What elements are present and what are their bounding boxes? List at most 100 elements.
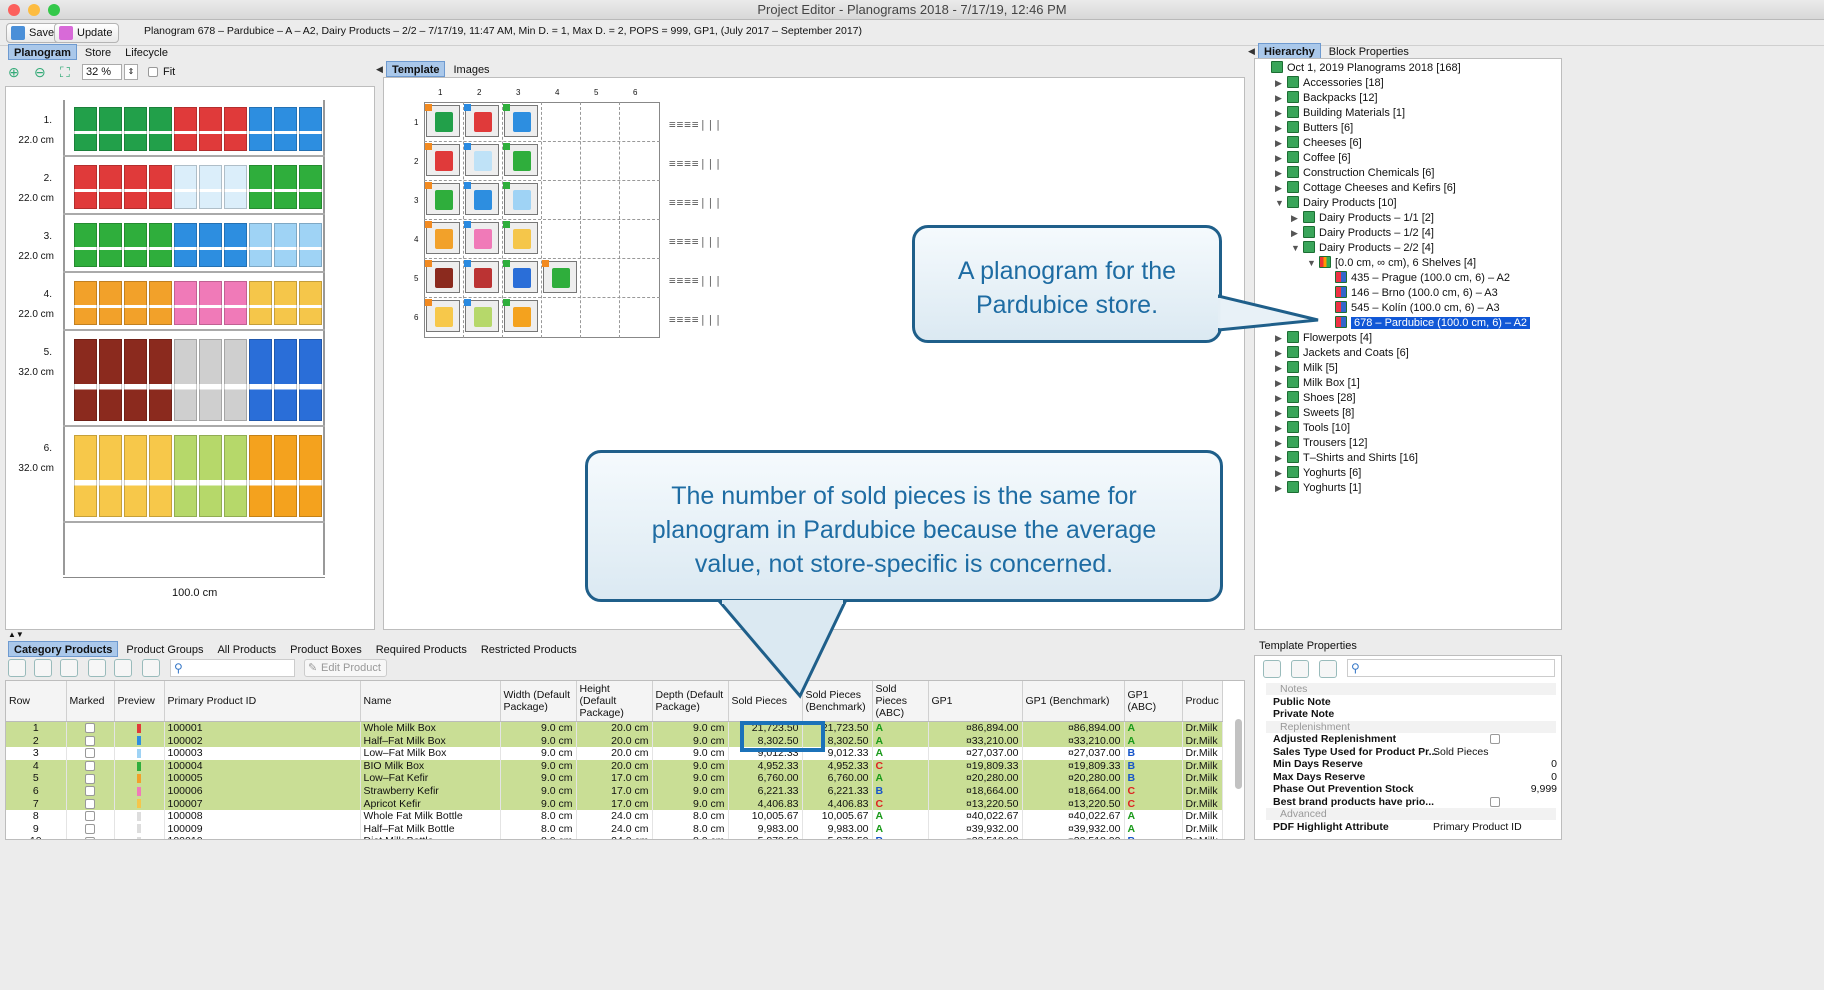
list-icon[interactable] xyxy=(114,659,132,677)
product-facing[interactable] xyxy=(99,107,122,151)
tree-item[interactable]: ▶ Butters [6] xyxy=(1275,121,1353,136)
refresh-icon[interactable] xyxy=(88,659,106,677)
template-cell[interactable] xyxy=(503,182,538,215)
product-facing[interactable] xyxy=(149,107,172,151)
product-facing[interactable] xyxy=(249,107,272,151)
product-facing[interactable] xyxy=(199,339,222,421)
search-input[interactable]: ⚲ xyxy=(170,659,295,677)
product-facing[interactable] xyxy=(299,281,322,325)
table-row[interactable]: 7 100007 Apricot Kefir 9.0 cm 17.0 cm 9.0 cm 4… xyxy=(6,797,1223,811)
zoom-stepper[interactable]: ⇕ xyxy=(124,64,138,80)
column-header[interactable]: GP1 xyxy=(928,681,1023,722)
product-facing[interactable] xyxy=(274,281,297,325)
tab-planogram[interactable]: Planogram xyxy=(8,44,77,60)
product-facing[interactable] xyxy=(224,281,247,325)
table-row[interactable]: 2 100002 Half–Fat Milk Box 9.0 cm 20.0 cm 9.0… xyxy=(6,734,1223,748)
template-cell[interactable] xyxy=(503,221,538,254)
tree-item[interactable]: ▶ Trousers [12] xyxy=(1275,436,1367,451)
product-facing[interactable] xyxy=(74,281,97,325)
expand-arrow-icon[interactable]: ▶ xyxy=(1275,106,1287,121)
table-row[interactable]: 4 100004 BIO Milk Box 9.0 cm 20.0 cm 9.0 cm 4,… xyxy=(6,759,1223,773)
product-facing[interactable] xyxy=(124,435,147,517)
zoom-out-icon[interactable]: ⊖ xyxy=(34,64,46,81)
table-scrollbar[interactable] xyxy=(1235,719,1242,789)
template-cell[interactable] xyxy=(503,299,538,332)
tab-restricted-products[interactable]: Restricted Products xyxy=(475,641,583,657)
product-facing[interactable] xyxy=(74,165,97,209)
product-facing[interactable] xyxy=(149,165,172,209)
template-cell[interactable] xyxy=(464,299,499,332)
column-header[interactable]: Row xyxy=(6,681,67,722)
prop-checkbox[interactable] xyxy=(1490,734,1500,744)
tab-images[interactable]: Images xyxy=(447,61,495,77)
tree-item[interactable]: ▼ Dairy Products – 2/2 [4] xyxy=(1291,241,1434,256)
table-row[interactable]: 10100010Diet Milk Bottle8.0 cm24.0 cm8.0… xyxy=(6,835,1223,839)
mark-icon[interactable] xyxy=(8,659,26,677)
table-row[interactable]: 3 100003 Low–Fat Milk Box 9.0 cm 20.0 cm 9.0 … xyxy=(6,747,1223,760)
product-facing[interactable] xyxy=(124,223,147,267)
tree-item[interactable]: ▼ Dairy Products [10] xyxy=(1275,196,1397,211)
product-facing[interactable] xyxy=(274,165,297,209)
marked-checkbox[interactable] xyxy=(85,786,95,797)
fit-checkbox[interactable] xyxy=(148,67,158,77)
product-facing[interactable] xyxy=(124,165,147,209)
expand-arrow-icon[interactable]: ▶ xyxy=(1291,226,1303,241)
marked-checkbox[interactable] xyxy=(85,798,95,809)
product-facing[interactable] xyxy=(249,165,272,209)
column-header[interactable]: Width (Default Package) xyxy=(500,681,577,722)
template-cell[interactable] xyxy=(425,299,460,332)
product-facing[interactable] xyxy=(274,435,297,517)
template-cell[interactable] xyxy=(464,182,499,215)
prop-value[interactable]: 0 xyxy=(1551,758,1557,770)
column-header[interactable]: Preview xyxy=(114,681,165,722)
product-facing[interactable] xyxy=(99,339,122,421)
template-cell[interactable] xyxy=(503,260,538,293)
template-cell[interactable] xyxy=(503,143,538,176)
template-cell[interactable] xyxy=(425,104,460,137)
tree-item[interactable]: ▶ Tools [10] xyxy=(1275,421,1350,436)
prop-paste-icon[interactable] xyxy=(1291,660,1309,678)
product-facing[interactable] xyxy=(249,223,272,267)
template-cell[interactable] xyxy=(464,221,499,254)
tab-block-properties[interactable]: Block Properties xyxy=(1323,43,1415,59)
table-row[interactable]: 8 100008 Whole Fat Milk Bottle 8.0 cm 24.0 c… xyxy=(6,810,1223,823)
tree-item[interactable]: ▶ Coffee [6] xyxy=(1275,151,1351,166)
marked-checkbox[interactable] xyxy=(85,836,95,839)
product-facing[interactable] xyxy=(124,281,147,325)
tree-item[interactable]: ▶ Milk Box [1] xyxy=(1275,376,1360,391)
product-facing[interactable] xyxy=(224,435,247,517)
tab-product-groups[interactable]: Product Groups xyxy=(120,641,209,657)
marked-checkbox[interactable] xyxy=(85,748,95,759)
column-header[interactable]: Marked xyxy=(66,681,115,722)
table-row[interactable]: 9 100009 Half–Fat Milk Bottle 8.0 cm 24.0 cm… xyxy=(6,822,1223,836)
collapse-left-icon[interactable]: ◀ xyxy=(376,64,383,75)
template-cell[interactable] xyxy=(503,104,538,137)
product-facing[interactable] xyxy=(99,165,122,209)
tab-all-products[interactable]: All Products xyxy=(211,641,282,657)
prop-checkbox[interactable] xyxy=(1490,796,1500,807)
prop-copy-icon[interactable] xyxy=(1263,660,1281,678)
product-facing[interactable] xyxy=(224,223,247,267)
product-facing[interactable] xyxy=(299,223,322,267)
prop-delete-icon[interactable] xyxy=(1319,660,1337,678)
product-facing[interactable] xyxy=(149,435,172,517)
product-facing[interactable] xyxy=(274,107,297,151)
tree-item[interactable]: ▶ Yoghurts [1] xyxy=(1275,481,1361,496)
expand-arrow-icon[interactable]: ▶ xyxy=(1275,391,1287,406)
template-cell[interactable] xyxy=(464,104,499,137)
prop-value[interactable]: Sold Pieces xyxy=(1433,746,1488,758)
product-facing[interactable] xyxy=(249,339,272,421)
marked-checkbox[interactable] xyxy=(85,761,95,771)
product-facing[interactable] xyxy=(249,281,272,325)
close-window-button[interactable] xyxy=(8,4,20,16)
expand-arrow-icon[interactable]: ▶ xyxy=(1275,376,1287,391)
tree-item[interactable]: ▶ Jackets and Coats [6] xyxy=(1275,346,1409,361)
product-facing[interactable] xyxy=(299,435,322,517)
tab-category-products[interactable]: Category Products xyxy=(8,641,119,657)
tree-item-selected[interactable]: 678 – Pardubice (100.0 cm, 6) – A2 xyxy=(1323,316,1531,331)
tree-item[interactable]: ▶ Cottage Cheeses and Kefirs [6] xyxy=(1275,181,1456,196)
product-facing[interactable] xyxy=(274,223,297,267)
marked-checkbox[interactable] xyxy=(85,773,95,784)
tree-item[interactable]: ▶ Yoghurts [6] xyxy=(1275,466,1361,481)
expand-arrow-icon[interactable]: ▶ xyxy=(1275,76,1287,91)
